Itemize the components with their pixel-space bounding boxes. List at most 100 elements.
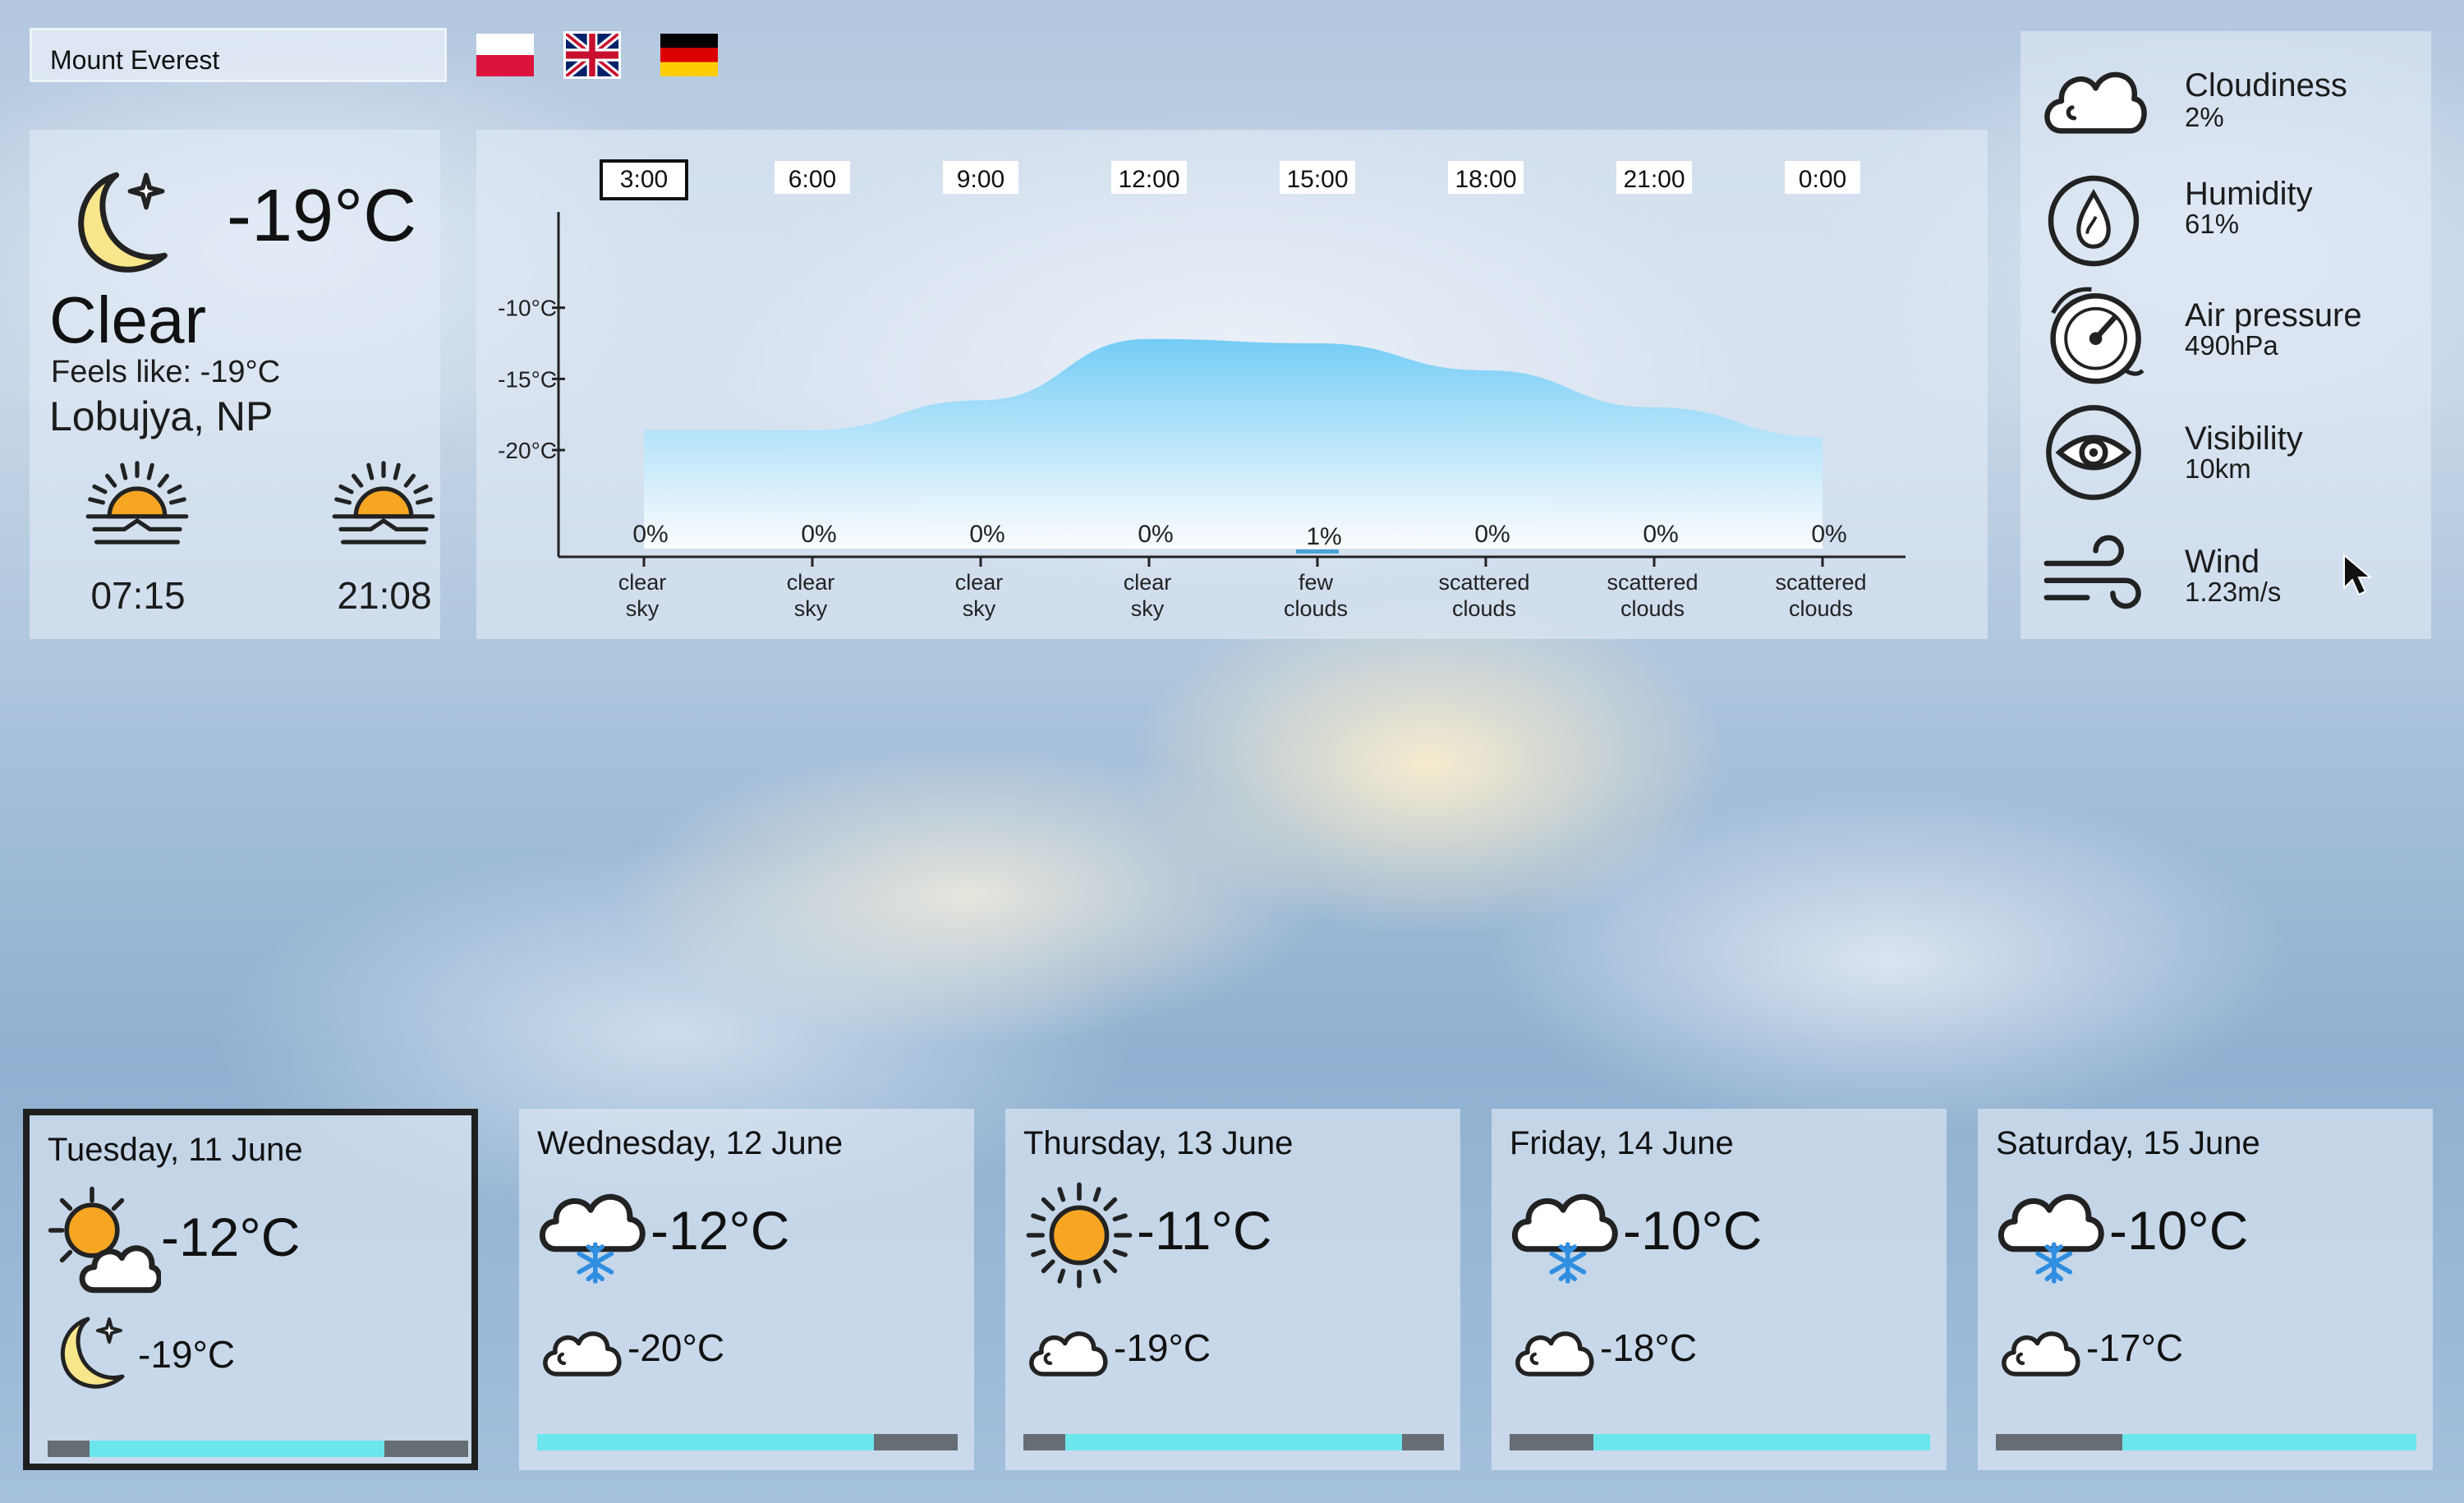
- forecast-date: Wednesday, 12 June: [537, 1125, 844, 1161]
- condition-label: sky: [1131, 596, 1165, 621]
- time-label: 18:00: [1455, 166, 1516, 193]
- forecast-day-card[interactable]: Wednesday, 12 June -12°C -20°C: [519, 1109, 974, 1470]
- precipitation-label: 0%: [801, 521, 836, 548]
- condition-label: scattered: [1607, 570, 1698, 595]
- wind-icon: [2043, 535, 2141, 609]
- forecast-min-temp: -19°C: [138, 1333, 236, 1376]
- time-label: 6:00: [788, 166, 836, 193]
- flag-en-button[interactable]: [563, 31, 621, 79]
- flag-pl-button[interactable]: [476, 31, 534, 79]
- precipitation-label: 0%: [1138, 521, 1173, 548]
- cloud-icon: [1023, 1306, 1114, 1388]
- snow-cloud-icon: [536, 1178, 650, 1293]
- forecast-min-temp: -18°C: [1600, 1326, 1698, 1369]
- temperature-range-fill: [537, 1434, 874, 1450]
- cloud-icon: [537, 1306, 627, 1388]
- location-search-input[interactable]: Mount Everest: [30, 28, 447, 82]
- mouse-cursor-icon: [2343, 553, 2373, 596]
- condition-label: scattered: [1775, 570, 1866, 595]
- time-label: 9:00: [957, 166, 1004, 193]
- precipitation-label: 1%: [1306, 523, 1341, 550]
- moon-star-icon: [66, 166, 181, 281]
- cloud-icon: [2044, 71, 2147, 134]
- condition-label: sky: [626, 596, 660, 621]
- flag-de-button[interactable]: [660, 31, 718, 79]
- forecast-max-temp: -12°C: [650, 1200, 790, 1261]
- sun-cloud-icon: [46, 1184, 161, 1299]
- feels-like-text: Feels like: -19°C: [51, 355, 281, 389]
- sunset-time: 21:08: [337, 574, 432, 617]
- air-pressure-value: 490hPa: [2185, 330, 2278, 361]
- sunrise-icon: [84, 457, 191, 563]
- y-tick-label: -15°C: [498, 366, 557, 392]
- condition-label: clear: [1124, 570, 1172, 595]
- location-name: Lobujya, NP: [49, 393, 274, 439]
- humidity-label: Humidity: [2185, 176, 2313, 212]
- forecast-day-card[interactable]: Thursday, 13 June -11°C -19°C: [1005, 1109, 1460, 1470]
- snow-cloud-icon: [1994, 1178, 2109, 1293]
- sun-icon: [1022, 1178, 1137, 1293]
- details-panel: Cloudiness 2% Humidity 61% Air pressure …: [2020, 31, 2431, 639]
- temperature-range-bar: [1996, 1434, 2416, 1450]
- condition-label: clouds: [1284, 596, 1348, 621]
- wind-label: Wind: [2185, 544, 2260, 580]
- forecast-date: Tuesday, 11 June: [48, 1132, 303, 1168]
- forecast-max-temp: -10°C: [1623, 1200, 1763, 1261]
- forecast-date: Saturday, 15 June: [1996, 1125, 2260, 1161]
- eye-icon: [2046, 405, 2141, 500]
- y-tick-label: -20°C: [498, 438, 557, 463]
- temperature-range-fill: [1593, 1434, 1930, 1450]
- temperature-range-bar: [537, 1434, 958, 1450]
- precipitation-label: 0%: [1811, 521, 1846, 548]
- visibility-label: Visibility: [2185, 421, 2303, 457]
- hourly-chart-panel: -10°C -15°C -20°C 3:00 0% clear sky 6:00 0% clear…: [476, 130, 1988, 639]
- time-label: 15:00: [1286, 166, 1348, 193]
- forecast-max-temp: -10°C: [2109, 1200, 2249, 1261]
- condition-label: sky: [963, 596, 996, 621]
- temperature-range-bar: [48, 1441, 468, 1457]
- forecast-max-temp: -11°C: [1137, 1200, 1272, 1261]
- gauge-icon: [2050, 287, 2145, 384]
- time-label: 12:00: [1118, 166, 1179, 193]
- condition-label: clouds: [1620, 596, 1685, 621]
- condition-label: few: [1299, 570, 1334, 595]
- forecast-max-temp: -12°C: [161, 1207, 301, 1267]
- forecast-date: Friday, 14 June: [1510, 1125, 1734, 1161]
- temperature-range-bar: [1510, 1434, 1930, 1450]
- time-label: 21:00: [1623, 166, 1685, 193]
- uk-flag-icon: [566, 34, 618, 76]
- temperature-range-bar: [1023, 1434, 1444, 1450]
- forecast-day-card[interactable]: Tuesday, 11 June -12°C -19°C: [23, 1109, 478, 1470]
- precipitation-label: 0%: [1643, 521, 1678, 548]
- cloud-icon: [1996, 1306, 2086, 1388]
- temperature-range-fill: [1065, 1434, 1402, 1450]
- germany-flag-icon: [660, 34, 718, 76]
- forecast-date: Thursday, 13 June: [1023, 1125, 1294, 1161]
- snow-cloud-icon: [1508, 1178, 1623, 1293]
- moon-star-icon: [48, 1312, 138, 1395]
- time-label: 0:00: [1799, 166, 1846, 193]
- sunrise-time: 07:15: [90, 574, 186, 617]
- forecast-min-temp: -19°C: [1114, 1326, 1211, 1369]
- cloud-icon: [1510, 1306, 1600, 1388]
- forecast-min-temp: -20°C: [627, 1326, 725, 1369]
- cloudiness-value: 2%: [2185, 102, 2224, 132]
- current-temperature: -19°C: [227, 175, 417, 257]
- current-condition: Clear: [49, 283, 207, 356]
- forecast-day-card[interactable]: Friday, 14 June -10°C -18°C: [1492, 1109, 1947, 1470]
- time-label: 3:00: [620, 166, 668, 193]
- condition-label: clouds: [1789, 596, 1853, 621]
- sunset-icon: [330, 457, 437, 563]
- current-weather-panel: -19°C Clear Feels like: -19°C Lobujya, N…: [30, 130, 440, 639]
- condition-label: clear: [955, 570, 1004, 595]
- hourly-temperature-chart: -10°C-15°C-20°C3:000%clearsky6:000%clear…: [498, 159, 1905, 621]
- humidity-icon: [2048, 175, 2140, 267]
- temperature-area: [644, 338, 1823, 549]
- temperature-range-fill: [90, 1441, 384, 1457]
- precipitation-label: 0%: [1474, 521, 1510, 548]
- y-tick-label: -10°C: [498, 296, 557, 321]
- precipitation-label: 0%: [969, 521, 1004, 548]
- condition-label: sky: [794, 596, 828, 621]
- wind-value: 1.23m/s: [2185, 577, 2282, 607]
- forecast-day-card[interactable]: Saturday, 15 June -10°C -17°C: [1978, 1109, 2433, 1470]
